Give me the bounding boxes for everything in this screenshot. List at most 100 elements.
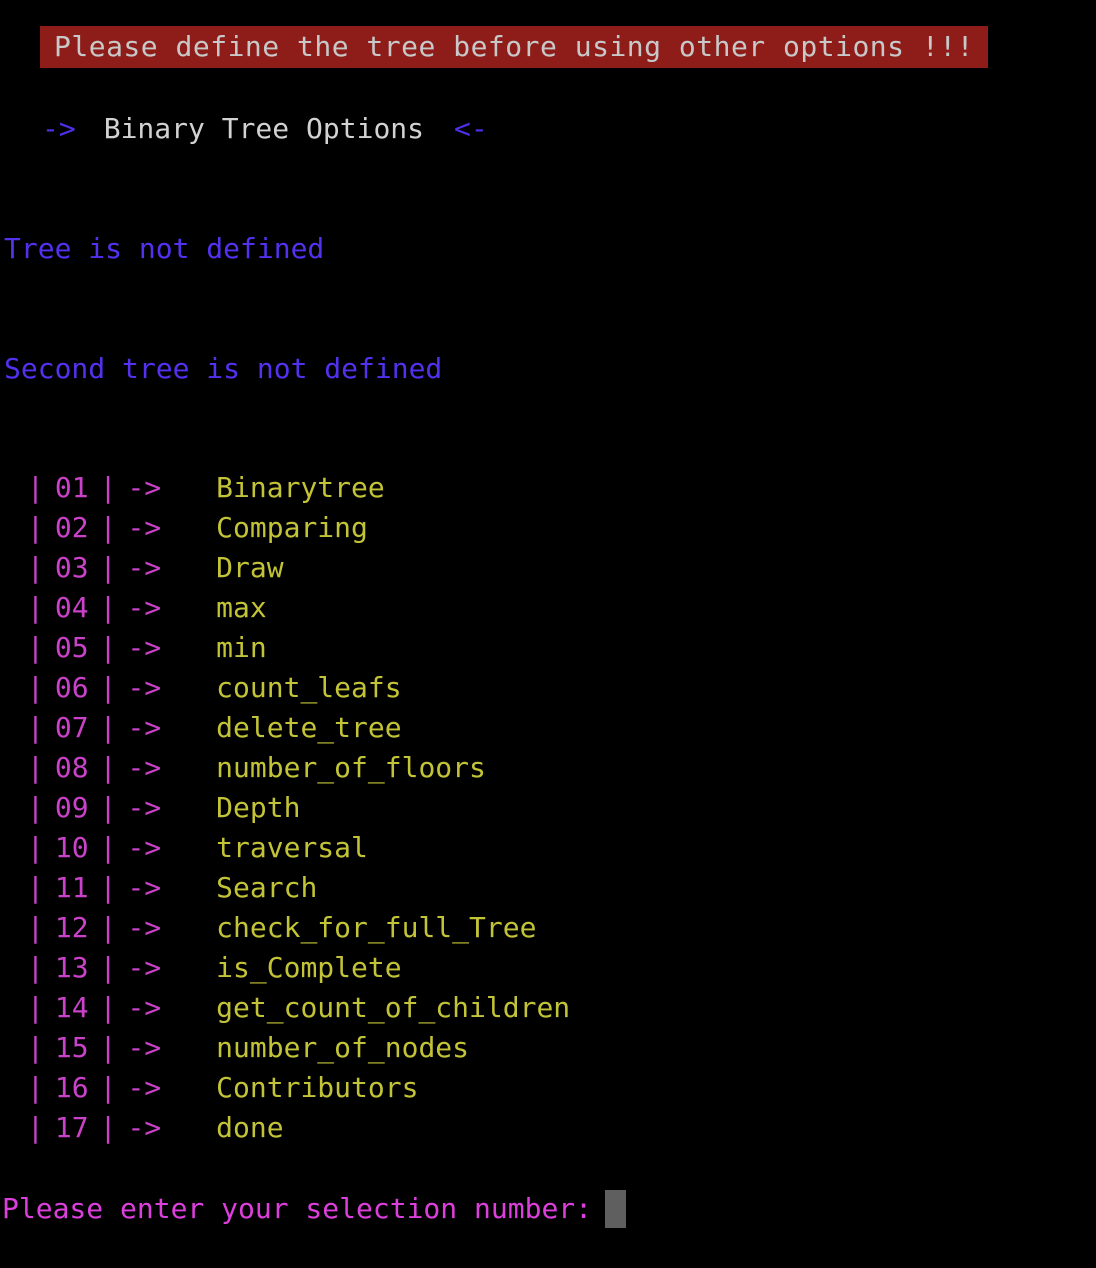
menu-item-label: traversal <box>216 831 368 864</box>
menu-item-12[interactable]: | 12 | -> check_for_full_Tree <box>0 908 1096 948</box>
menu-separator-left: | <box>27 671 44 704</box>
menu-separator-left: | <box>27 631 44 664</box>
menu-item-index: 09 <box>54 791 89 824</box>
menu-separator-right: | <box>99 591 117 624</box>
arrow-right-icon: -> <box>127 751 162 784</box>
menu-item-label: done <box>216 1111 284 1144</box>
menu-item-04[interactable]: | 04 | -> max <box>0 588 1096 628</box>
menu-separator-left: | <box>27 871 44 904</box>
arrow-right-icon: -> <box>127 991 162 1024</box>
menu-separator-left: | <box>27 1071 44 1104</box>
menu-item-11[interactable]: | 11 | -> Search <box>0 868 1096 908</box>
menu-item-index: 04 <box>54 591 89 624</box>
status-tree-not-defined: Tree is not defined <box>4 232 325 265</box>
arrow-right-icon: -> <box>127 1031 162 1064</box>
menu-separator-right: | <box>99 831 117 864</box>
menu-separator-right: | <box>99 791 117 824</box>
menu-item-14[interactable]: | 14 | -> get_count_of_children <box>0 988 1096 1028</box>
menu-separator-right: | <box>99 631 117 664</box>
menu-item-index: 03 <box>54 551 89 584</box>
menu-item-label: get_count_of_children <box>216 991 571 1024</box>
prompt-label: Please enter your selection number: <box>2 1192 593 1225</box>
arrow-right-icon: -> <box>127 591 162 624</box>
menu-item-08[interactable]: | 08 | -> number_of_floors <box>0 748 1096 788</box>
menu-separator-left: | <box>27 991 44 1024</box>
arrow-right-icon: -> <box>127 551 162 584</box>
menu-separator-right: | <box>99 671 117 704</box>
menu-item-02[interactable]: | 02 | -> Comparing <box>0 508 1096 548</box>
menu-list: | 01 | -> Binarytree | 02 | -> Comparing | 03 | -> Dra… <box>0 468 1096 1148</box>
menu-separator-right: | <box>99 751 117 784</box>
arrow-right-icon: -> <box>127 671 162 704</box>
menu-separator-right: | <box>99 1071 117 1104</box>
menu-separator-left: | <box>27 831 44 864</box>
menu-item-10[interactable]: | 10 | -> traversal <box>0 828 1096 868</box>
menu-item-index: 12 <box>54 911 89 944</box>
menu-item-03[interactable]: | 03 | -> Draw <box>0 548 1096 588</box>
menu-item-label: number_of_floors <box>216 751 486 784</box>
menu-item-06[interactable]: | 06 | -> count_leafs <box>0 668 1096 708</box>
menu-item-17[interactable]: | 17 | -> done <box>0 1108 1096 1148</box>
menu-item-label: Comparing <box>216 511 368 544</box>
menu-separator-right: | <box>99 711 117 744</box>
menu-item-index: 11 <box>54 871 89 904</box>
menu-item-label: number_of_nodes <box>216 1031 470 1064</box>
menu-item-index: 01 <box>54 471 89 504</box>
menu-separator-right: | <box>99 511 117 544</box>
menu-item-index: 05 <box>54 631 89 664</box>
menu-item-label: Contributors <box>216 1071 419 1104</box>
menu-item-09[interactable]: | 09 | -> Depth <box>0 788 1096 828</box>
menu-separator-left: | <box>27 751 44 784</box>
status-second-tree-not-defined: Second tree is not defined <box>4 352 443 385</box>
arrow-right-icon: -> <box>127 631 162 664</box>
terminal-screen: Please define the tree before using othe… <box>0 0 1096 1268</box>
menu-separator-left: | <box>27 471 44 504</box>
text-cursor[interactable] <box>605 1190 627 1228</box>
arrow-left-icon: <- <box>454 112 488 145</box>
menu-separator-left: | <box>27 1111 44 1144</box>
arrow-right-icon: -> <box>127 791 162 824</box>
menu-separator-left: | <box>27 791 44 824</box>
menu-item-01[interactable]: | 01 | -> Binarytree <box>0 468 1096 508</box>
menu-item-07[interactable]: | 07 | -> delete_tree <box>0 708 1096 748</box>
arrow-right-icon: -> <box>127 871 162 904</box>
menu-item-16[interactable]: | 16 | -> Contributors <box>0 1068 1096 1108</box>
menu-separator-left: | <box>27 551 44 584</box>
menu-item-05[interactable]: | 05 | -> min <box>0 628 1096 668</box>
menu-item-index: 13 <box>54 951 89 984</box>
arrow-right-icon: -> <box>127 471 162 504</box>
menu-separator-left: | <box>27 951 44 984</box>
menu-item-15[interactable]: | 15 | -> number_of_nodes <box>0 1028 1096 1068</box>
menu-separator-right: | <box>99 1031 117 1064</box>
menu-separator-left: | <box>27 711 44 744</box>
arrow-right-icon: -> <box>127 911 162 944</box>
menu-separator-left: | <box>27 1031 44 1064</box>
menu-separator-right: | <box>99 471 117 504</box>
menu-item-label: Search <box>216 871 318 904</box>
warning-banner-row: Please define the tree before using othe… <box>0 26 1096 68</box>
arrow-right-icon: -> <box>127 711 162 744</box>
menu-separator-left: | <box>27 511 44 544</box>
menu-item-label: Depth <box>216 791 301 824</box>
menu-separator-right: | <box>99 911 117 944</box>
menu-item-label: Draw <box>216 551 284 584</box>
menu-item-label: Binarytree <box>216 471 385 504</box>
menu-separator-left: | <box>27 911 44 944</box>
menu-item-index: 16 <box>54 1071 89 1104</box>
menu-item-index: 15 <box>54 1031 89 1064</box>
warning-banner: Please define the tree before using othe… <box>40 26 988 68</box>
arrow-right-icon: -> <box>127 1111 162 1144</box>
menu-item-13[interactable]: | 13 | -> is_Complete <box>0 948 1096 988</box>
menu-item-index: 10 <box>54 831 89 864</box>
menu-item-index: 02 <box>54 511 89 544</box>
menu-item-label: count_leafs <box>216 671 402 704</box>
arrow-right-icon: -> <box>127 1071 162 1104</box>
menu-separator-right: | <box>99 1111 117 1144</box>
menu-separator-right: | <box>99 951 117 984</box>
menu-separator-right: | <box>99 991 117 1024</box>
menu-item-label: max <box>216 591 267 624</box>
arrow-right-icon: -> <box>127 511 162 544</box>
menu-item-label: is_Complete <box>216 951 402 984</box>
prompt-row: Please enter your selection number: <box>0 1189 627 1229</box>
arrow-right-icon: -> <box>127 831 162 864</box>
